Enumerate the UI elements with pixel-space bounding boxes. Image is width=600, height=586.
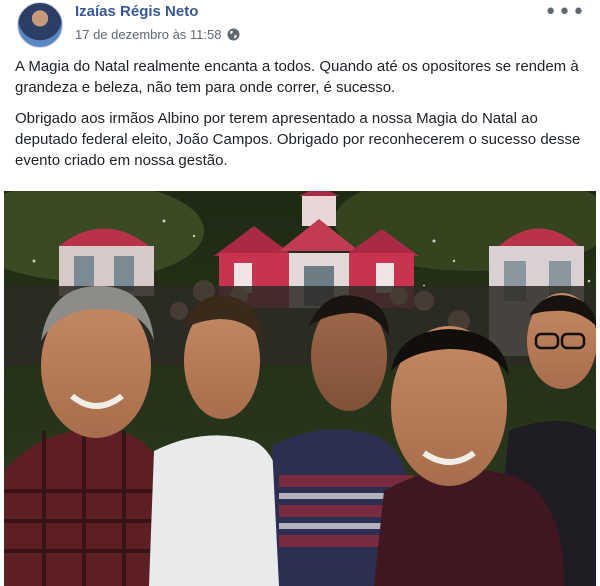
avatar[interactable]	[17, 2, 63, 48]
post-paragraph: Obrigado aos irmãos Albino por terem apr…	[15, 110, 581, 169]
post-photo[interactable]	[4, 191, 596, 586]
post-paragraph: A Magia do Natal realmente encanta a tod…	[15, 58, 579, 96]
facebook-post: Izaías Régis Neto 17 de dezembro às 11:5…	[0, 0, 600, 586]
post-text: A Magia do Natal realmente encanta a tod…	[15, 56, 587, 181]
globe-icon	[227, 28, 240, 41]
more-options-icon[interactable]: •••	[544, 0, 586, 25]
post-timestamp[interactable]: 17 de dezembro às 11:58	[75, 27, 221, 42]
post-header: Izaías Régis Neto 17 de dezembro às 11:5…	[0, 0, 600, 52]
author-name[interactable]: Izaías Régis Neto	[75, 3, 198, 20]
post-meta: 17 de dezembro às 11:58	[75, 27, 240, 42]
